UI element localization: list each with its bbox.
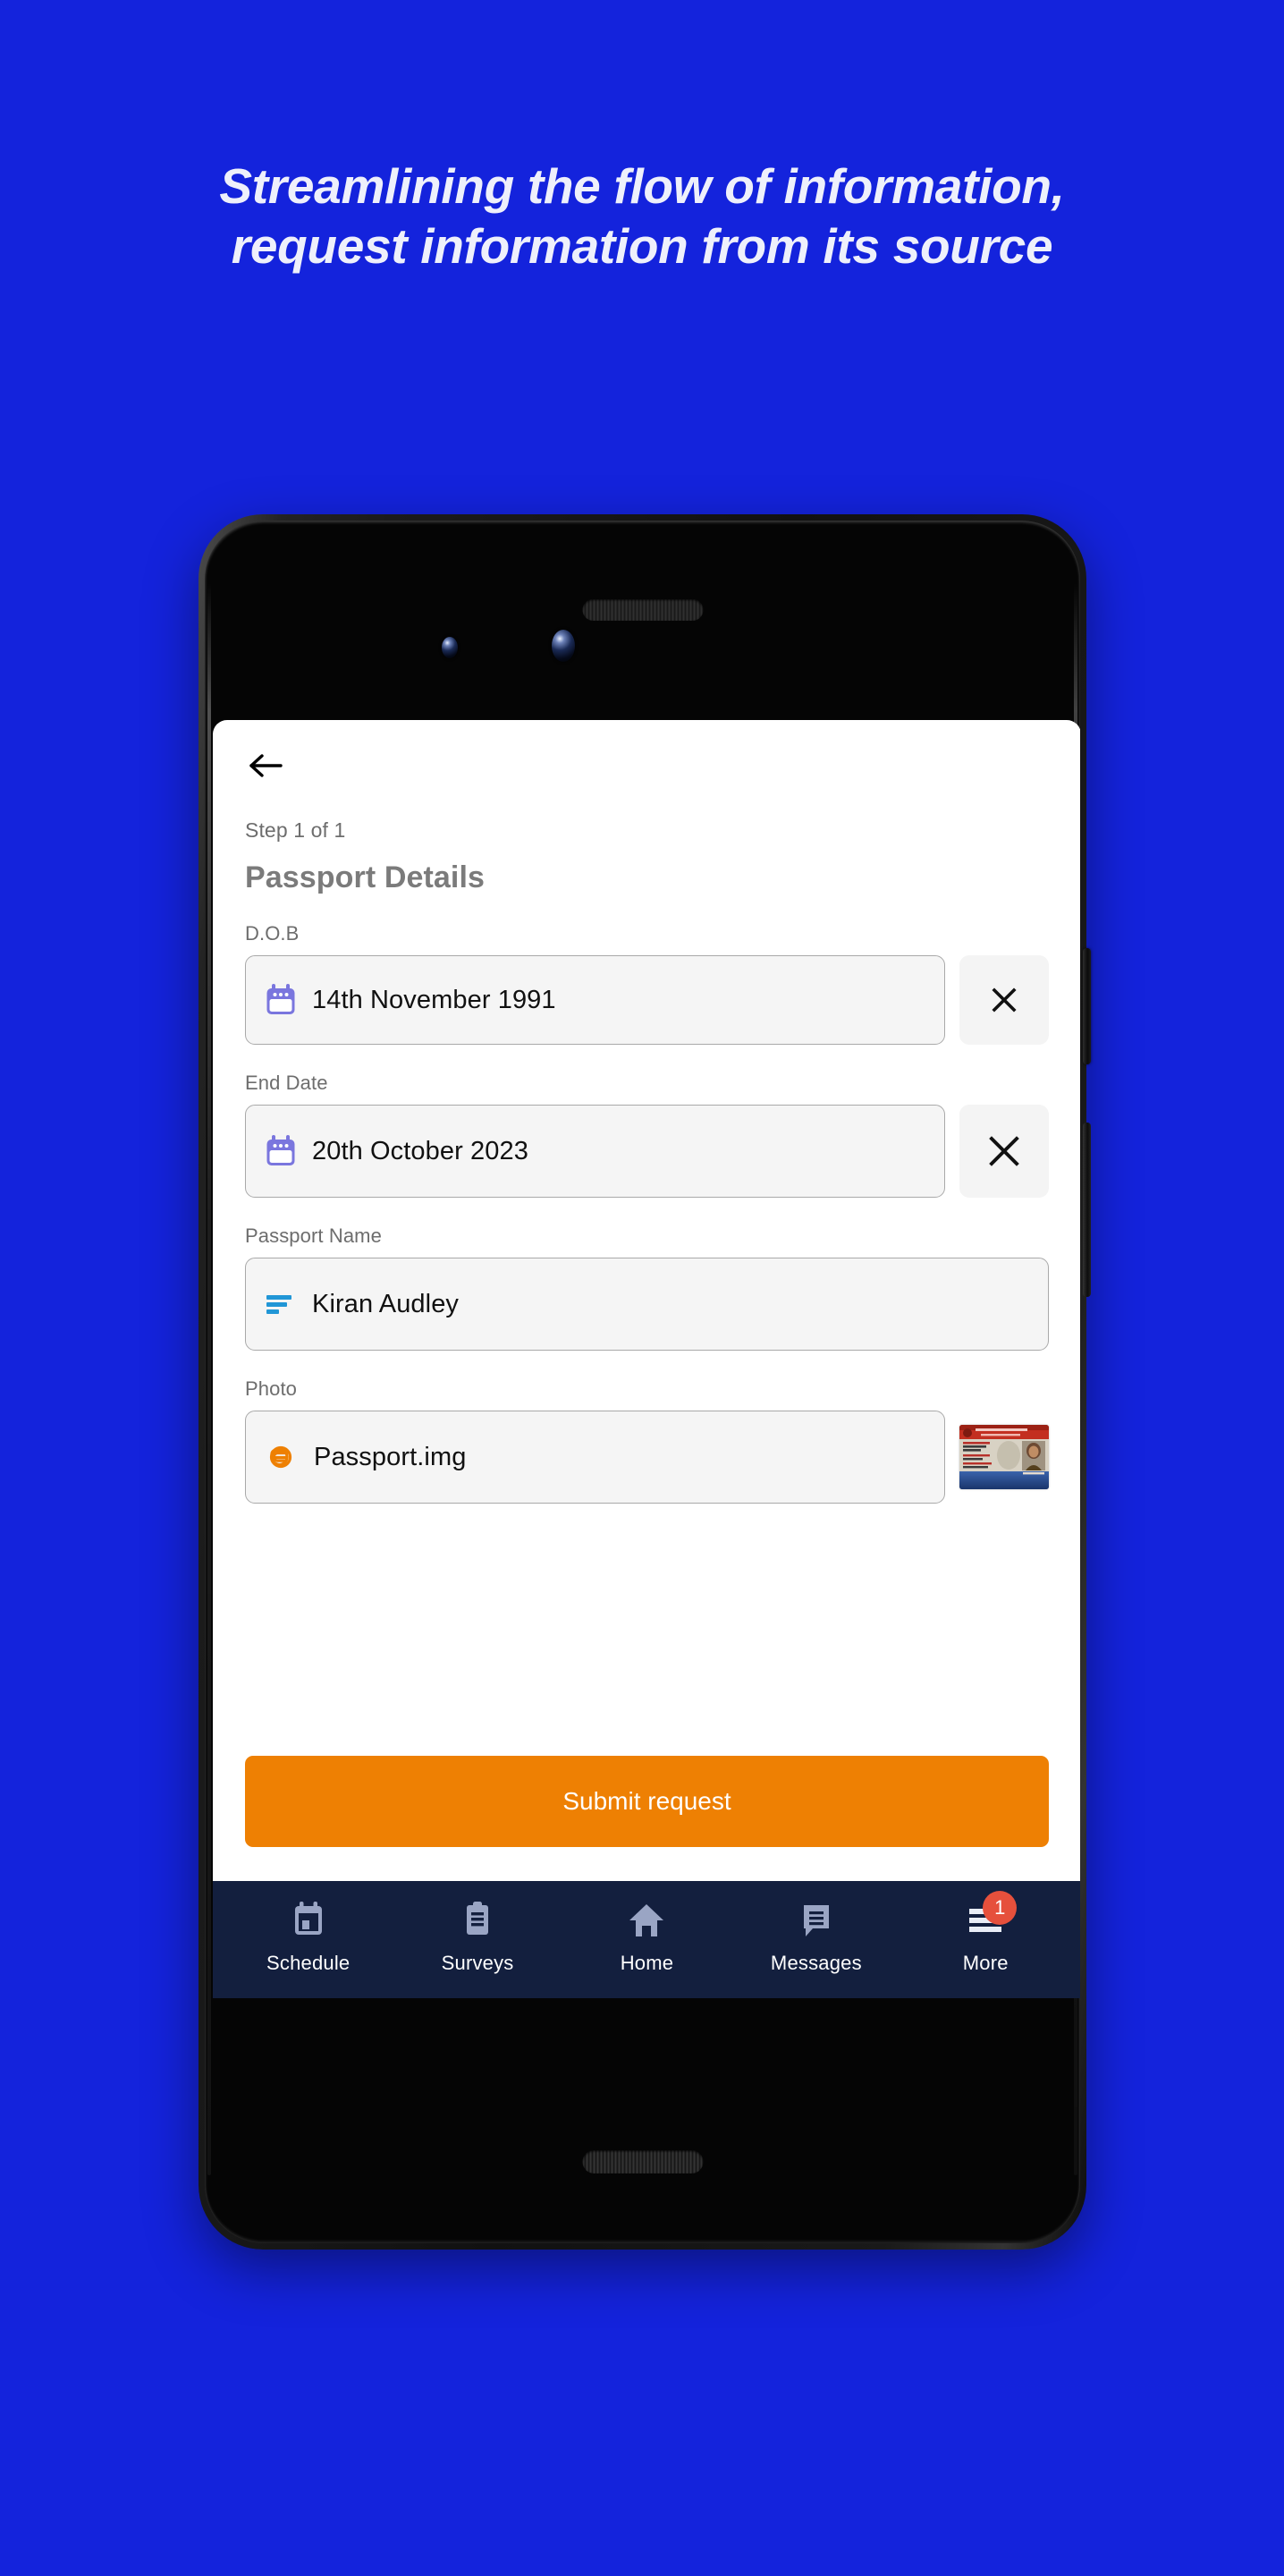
end-date-clear-button[interactable] — [959, 1105, 1049, 1198]
nav-item-more[interactable]: 1 More — [909, 1890, 1061, 1975]
app-screen: Step 1 of 1 Passport Details D.O.B 14th … — [213, 720, 1080, 1998]
field-passport-name: Passport Name Kiran Audley — [245, 1224, 1049, 1351]
back-button[interactable] — [245, 745, 286, 786]
clipboard-icon — [467, 1901, 489, 1935]
field-end-date: End Date 20th October 2023 — [245, 1072, 1049, 1198]
phone-screen-frame: Step 1 of 1 Passport Details D.O.B 14th … — [205, 521, 1080, 2243]
dob-input[interactable]: 14th November 1991 — [245, 955, 945, 1045]
id-card-image — [959, 1425, 1049, 1489]
volume-button[interactable] — [1083, 1123, 1091, 1297]
field-label: End Date — [245, 1072, 328, 1094]
arrow-left-icon — [249, 754, 283, 777]
nav-icon-wrap — [461, 1898, 494, 1943]
frame-highlight-left — [207, 583, 211, 2175]
nav-icon-wrap — [291, 1898, 326, 1943]
nav-item-schedule[interactable]: Schedule — [232, 1898, 384, 1975]
field-label: D.O.B — [245, 922, 300, 945]
nav-item-surveys[interactable]: Surveys — [401, 1898, 553, 1975]
power-button[interactable] — [1083, 948, 1091, 1064]
earpiece-speaker — [582, 599, 703, 621]
field-label: Passport Name — [245, 1224, 382, 1247]
headline-line-2: request information from its source — [231, 218, 1053, 275]
field-dob: D.O.B 14th November 1991 — [245, 922, 1049, 1045]
calendar-icon — [266, 1135, 295, 1165]
dob-clear-button[interactable] — [959, 955, 1049, 1045]
home-icon — [629, 1903, 664, 1936]
close-icon — [992, 987, 1017, 1013]
passport-name-value: Kiran Audley — [312, 1289, 460, 1318]
bottom-speaker — [582, 2150, 703, 2174]
text-lines-icon — [266, 1295, 291, 1314]
field-label: Photo — [245, 1377, 297, 1400]
nav-item-home[interactable]: Home — [570, 1898, 722, 1975]
page-title: Passport Details — [245, 860, 486, 894]
photo-input[interactable]: Passport.img — [245, 1411, 945, 1504]
bottom-navigation: Schedule Surveys Home Messages 1 More — [213, 1881, 1080, 1998]
nav-icon-wrap — [627, 1898, 666, 1943]
nav-label: Messages — [770, 1951, 862, 1974]
paperclip-icon — [269, 1445, 292, 1469]
submit-request-button[interactable]: Submit request — [245, 1756, 1049, 1847]
app-header — [245, 720, 1049, 799]
nav-icon-wrap — [798, 1898, 834, 1943]
nav-item-messages[interactable]: Messages — [740, 1898, 892, 1975]
calendar-icon — [294, 1901, 322, 1935]
nav-label: Surveys — [441, 1951, 514, 1974]
promo-headline: Streamlining the flow of information, re… — [0, 157, 1284, 276]
step-indicator: Step 1 of 1 — [245, 818, 346, 842]
field-photo: Photo Passport.img — [245, 1377, 1049, 1504]
headline-line-1: Streamlining the flow of information, — [219, 158, 1065, 214]
photo-value: Passport.img — [314, 1442, 467, 1471]
nav-label: Home — [620, 1951, 674, 1974]
chat-icon — [803, 1904, 829, 1936]
more-badge: 1 — [983, 1890, 1018, 1925]
end-date-input[interactable]: 20th October 2023 — [245, 1105, 945, 1198]
form-content: Step 1 of 1 Passport Details D.O.B 14th … — [213, 720, 1080, 1881]
nav-label: More — [962, 1951, 1009, 1974]
sensor-icon — [442, 637, 458, 658]
nav-icon-wrap: 1 — [966, 1890, 1018, 1943]
id-card-thumbnail[interactable] — [959, 1425, 1049, 1489]
close-icon — [989, 1136, 1019, 1166]
end-date-value: 20th October 2023 — [312, 1136, 528, 1165]
nav-label: Schedule — [266, 1951, 351, 1974]
passport-name-input[interactable]: Kiran Audley — [245, 1258, 1049, 1351]
calendar-icon — [266, 984, 295, 1014]
phone-mockup: Step 1 of 1 Passport Details D.O.B 14th … — [199, 514, 1091, 2250]
front-camera-icon — [552, 630, 575, 662]
dob-value: 14th November 1991 — [312, 985, 556, 1014]
